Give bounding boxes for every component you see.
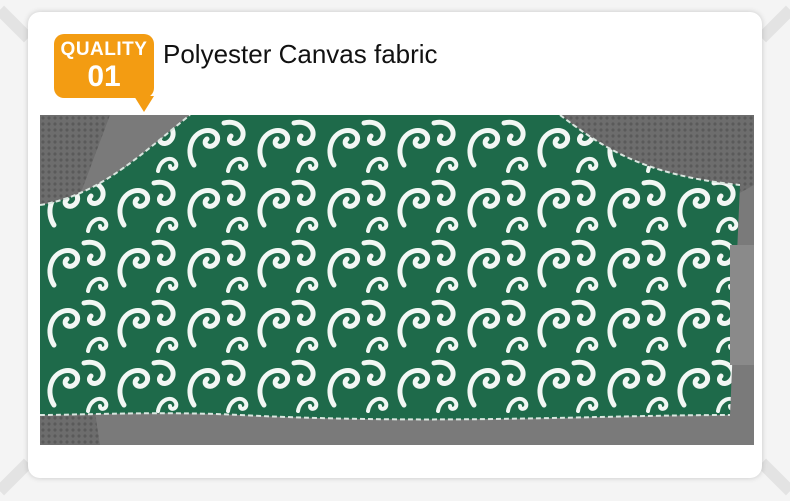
feature-title: Polyester Canvas fabric	[163, 39, 438, 69]
corner-decoration	[757, 458, 790, 496]
badge-label: QUALITY	[60, 39, 148, 60]
product-photo	[40, 115, 754, 445]
badge-number: 01	[87, 60, 121, 93]
quality-badge: QUALITY 01	[54, 34, 154, 112]
corner-decoration	[757, 5, 790, 43]
